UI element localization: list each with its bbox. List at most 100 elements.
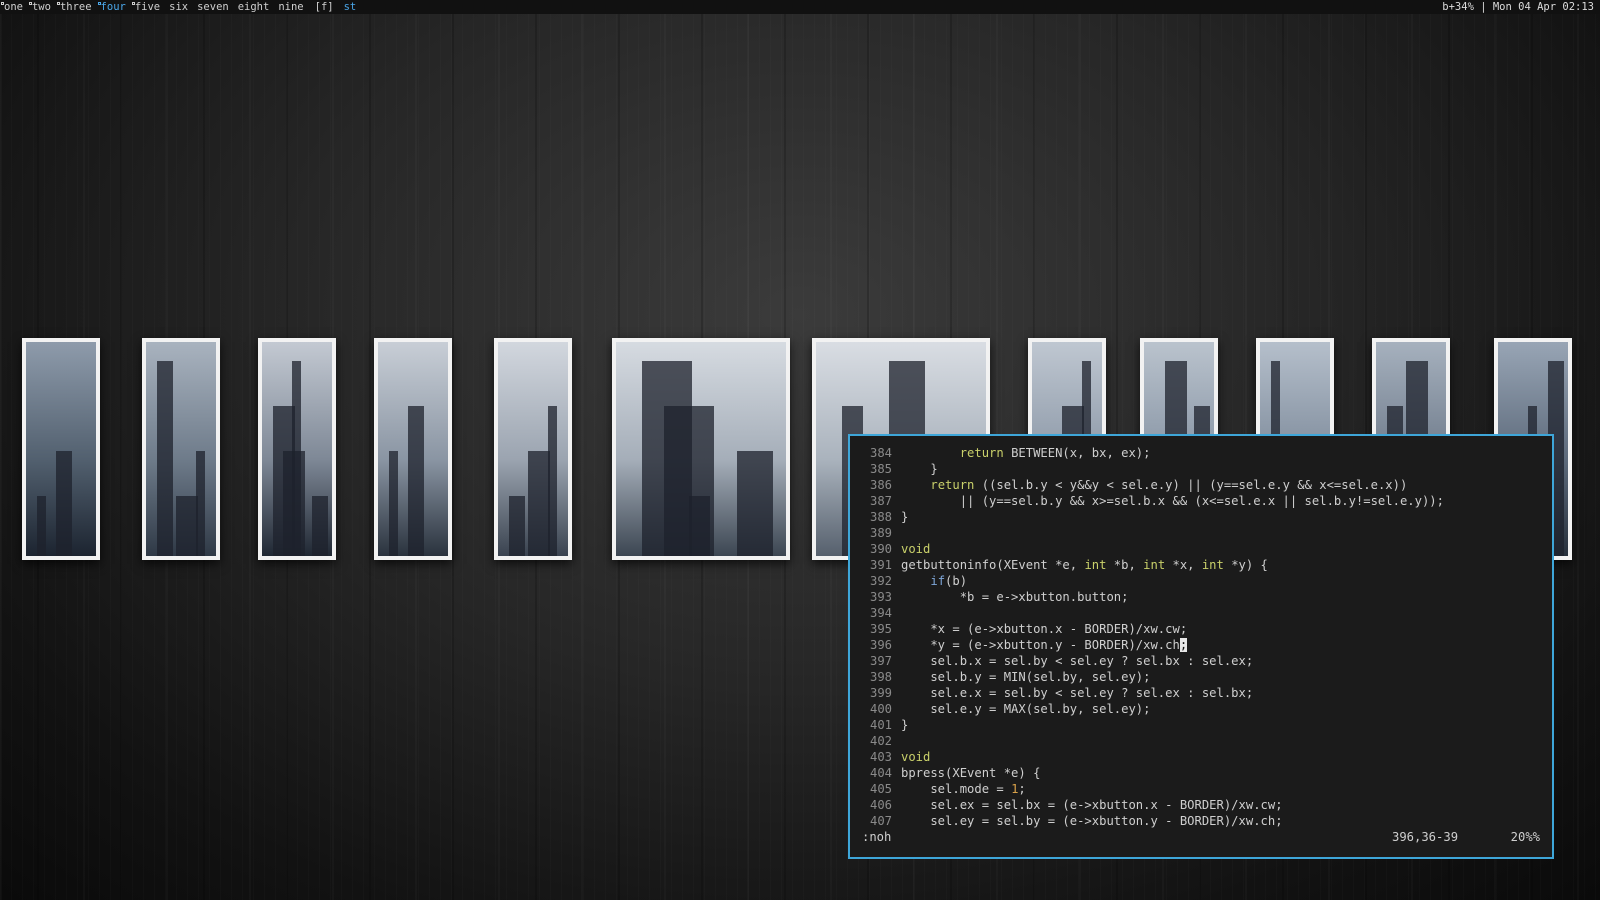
code-line[interactable]: 404 bpress(XEvent *e) {	[862, 765, 1540, 781]
keyword: return	[959, 446, 1004, 460]
code-line[interactable]: 387 || (y==sel.b.y && x>=sel.b.x && (x<=…	[862, 493, 1540, 509]
line-number: 390	[869, 542, 892, 556]
line-text: *y = (e->xbutton.y - BORDER)/xw.ch;	[901, 638, 1188, 652]
wallpaper-photo	[142, 338, 220, 560]
tag-five[interactable]: five	[131, 0, 165, 14]
building-silhouette	[664, 406, 714, 556]
wallpaper-photo	[258, 338, 336, 560]
tag-six[interactable]: six	[165, 0, 193, 14]
code-line[interactable]: 392 if(b)	[862, 573, 1540, 589]
code-line[interactable]: 386 return ((sel.b.y < y&&y < sel.e.y) |…	[862, 477, 1540, 493]
keyword: return	[930, 478, 975, 492]
code-line[interactable]: 407 sel.ey = sel.by = (e->xbutton.y - BO…	[862, 813, 1540, 829]
line-text: }	[901, 462, 938, 476]
line-number: 394	[869, 606, 892, 620]
tag-four[interactable]: four	[97, 0, 131, 14]
building-silhouette	[737, 451, 773, 556]
wallpaper-photo	[494, 338, 572, 560]
keyword: void	[901, 750, 931, 764]
code-line[interactable]: 398 sel.b.y = MIN(sel.by, sel.ey);	[862, 669, 1540, 685]
line-number: 397	[869, 654, 892, 668]
photo-image	[498, 342, 568, 556]
line-number: 385	[869, 462, 892, 476]
building-silhouette	[56, 451, 72, 556]
line-text: sel.e.y = MAX(sel.by, sel.ey);	[901, 702, 1151, 716]
code-line[interactable]: 384 return BETWEEN(x, bx, ex);	[862, 445, 1540, 461]
layout-indicator[interactable]: [f]	[309, 0, 340, 14]
status-text: b+34% | Mon 04 Apr 02:13	[1442, 1, 1594, 13]
line-number: 398	[869, 670, 892, 684]
building-silhouette	[408, 406, 424, 556]
code-line[interactable]: 406 sel.ex = sel.bx = (e->xbutton.x - BO…	[862, 797, 1540, 813]
line-text: sel.mode = 1;	[901, 782, 1026, 796]
line-number: 389	[869, 526, 892, 540]
code-view[interactable]: 384 return BETWEEN(x, bx, ex); 385 } 386 r…	[862, 445, 1540, 829]
tag-list: one two three four five six seven eight nine [f] s…	[0, 0, 356, 14]
tag-seven[interactable]: seven	[193, 0, 234, 14]
line-number: 388	[869, 510, 892, 524]
photo-image	[26, 342, 96, 556]
tag-eight[interactable]: eight	[234, 0, 275, 14]
code-line[interactable]: 396 *y = (e->xbutton.y - BORDER)/xw.ch;	[862, 637, 1540, 653]
line-text: || (y==sel.b.y && x>=sel.b.x && (x<=sel.…	[901, 494, 1444, 508]
code-line[interactable]: 405 sel.mode = 1;	[862, 781, 1540, 797]
command-line[interactable]: :noh	[862, 829, 1392, 845]
photo-image	[378, 342, 448, 556]
line-text: *b = e->xbutton.button;	[901, 590, 1129, 604]
line-number: 402	[869, 734, 892, 748]
line-text: void	[901, 541, 930, 557]
code-line[interactable]: 399 sel.e.x = sel.by < sel.ey ? sel.ex :…	[862, 685, 1540, 701]
building-silhouette	[548, 406, 557, 556]
line-number: 403	[869, 750, 892, 764]
tag-nine[interactable]: nine	[274, 0, 308, 14]
wallpaper-photo	[22, 338, 100, 560]
wallpaper-photo	[612, 338, 790, 560]
line-number: 400	[869, 702, 892, 716]
photo-image	[146, 342, 216, 556]
code-line[interactable]: 403 void	[862, 749, 1540, 765]
keyword: void	[901, 542, 931, 556]
keyword: int	[1143, 558, 1166, 572]
line-number: 391	[869, 558, 892, 572]
code-line[interactable]: 397 sel.b.x = sel.by < sel.ey ? sel.bx :…	[862, 653, 1540, 669]
line-number: 386	[869, 478, 892, 492]
line-text: sel.b.y = MIN(sel.by, sel.ey);	[901, 670, 1151, 684]
building-silhouette	[176, 496, 198, 556]
code-line[interactable]: 401}	[862, 717, 1540, 733]
wallpaper-photo	[374, 338, 452, 560]
code-line[interactable]: 395 *x = (e->xbutton.x - BORDER)/xw.cw;	[862, 621, 1540, 637]
code-line[interactable]: 391 getbuttoninfo(XEvent *e, int *b, int …	[862, 557, 1540, 573]
line-number: 395	[869, 622, 892, 636]
line-number: 407	[869, 814, 892, 828]
code-line[interactable]: 393 *b = e->xbutton.button;	[862, 589, 1540, 605]
code-line[interactable]: 402	[862, 733, 1540, 749]
line-number: 405	[869, 782, 892, 796]
line-text: sel.ey = sel.by = (e->xbutton.y - BORDER…	[901, 814, 1283, 828]
line-text: return ((sel.b.y < y&&y < sel.e.y) || (y…	[930, 478, 1408, 492]
vim-statusline: :noh 396,36-39 20%%	[862, 829, 1540, 845]
line-text: return BETWEEN(x, bx, ex);	[959, 446, 1151, 460]
line-number: 404	[869, 766, 892, 780]
line-number: 406	[869, 798, 892, 812]
building-silhouette	[528, 451, 550, 556]
code-line[interactable]: 390 void	[862, 541, 1540, 557]
line-number: 393	[869, 590, 892, 604]
status-bar: one two three four five six seven eight nine [f] s…	[0, 0, 1600, 14]
keyword: if	[930, 574, 946, 588]
keyword: int	[1084, 558, 1107, 572]
line-text: sel.e.x = sel.by < sel.ey ? sel.ex : sel…	[901, 686, 1254, 700]
code-line[interactable]: 400 sel.e.y = MAX(sel.by, sel.ey);	[862, 701, 1540, 717]
line-text: if(b)	[930, 574, 968, 588]
line-text: sel.b.x = sel.by < sel.ey ? sel.bx : sel…	[901, 654, 1254, 668]
cursor-position: 396,36-39	[1392, 830, 1459, 844]
terminal-window[interactable]: 384 return BETWEEN(x, bx, ex); 385 } 386 r…	[848, 434, 1554, 859]
keyword: int	[1201, 558, 1224, 572]
code-line[interactable]: 388}	[862, 509, 1540, 525]
code-line[interactable]: 385 }	[862, 461, 1540, 477]
tag-two[interactable]: two	[28, 0, 56, 14]
line-text: bpress(XEvent *e) {	[901, 766, 1041, 780]
tag-three[interactable]: three	[56, 0, 97, 14]
tag-one[interactable]: one	[0, 0, 28, 14]
code-line[interactable]: 389	[862, 525, 1540, 541]
code-line[interactable]: 394	[862, 605, 1540, 621]
